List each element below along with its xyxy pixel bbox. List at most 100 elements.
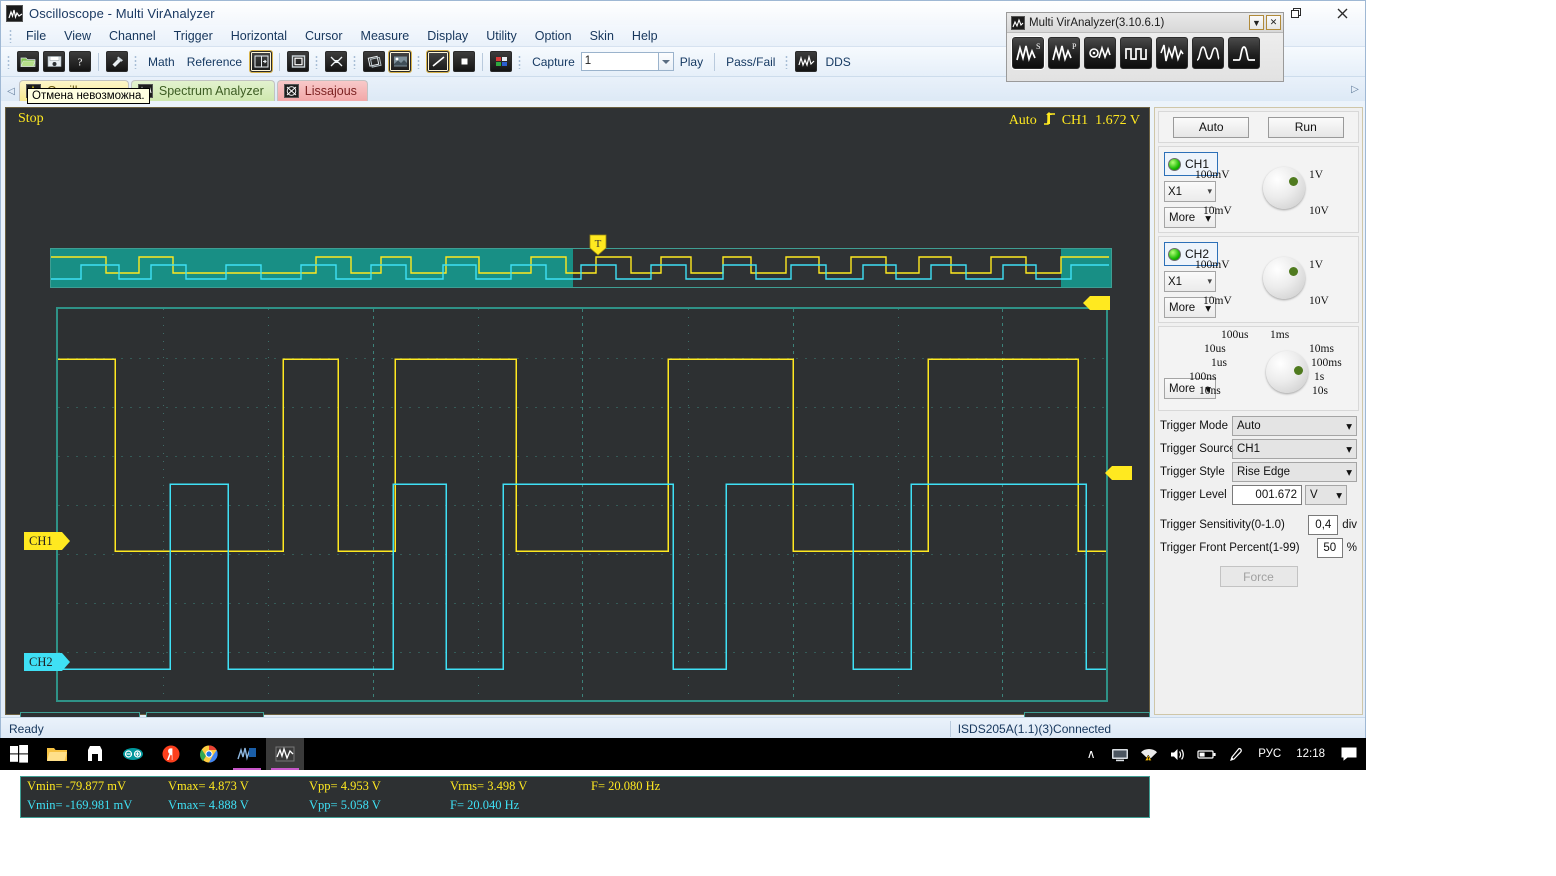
- file-explorer-icon[interactable]: [38, 738, 76, 770]
- math-button[interactable]: Math: [142, 55, 181, 69]
- display-icon[interactable]: [1107, 738, 1133, 770]
- scope-p-icon[interactable]: P: [1048, 37, 1080, 69]
- capture-input[interactable]: 1: [580, 52, 659, 71]
- google-chrome-icon[interactable]: [190, 738, 228, 770]
- battery-icon[interactable]: [1194, 738, 1220, 770]
- filter-curve-icon[interactable]: [1228, 37, 1260, 69]
- ch1-volts-knob[interactable]: [1263, 167, 1305, 209]
- hammer-tool-icon[interactable]: [106, 51, 128, 72]
- scope-display-area[interactable]: Stop Auto CH1 1.672 V T CH1 CH2 Vmin= -7…: [5, 107, 1150, 818]
- toolbar-grip-2[interactable]: [134, 54, 138, 69]
- tray-language[interactable]: РУС: [1252, 748, 1287, 760]
- play-button[interactable]: Play: [674, 55, 709, 69]
- signal-gen-icon[interactable]: [1084, 37, 1116, 69]
- menu-display[interactable]: Display: [418, 27, 477, 45]
- trigger-source-select[interactable]: CH1 ▾: [1232, 439, 1357, 459]
- dds-label[interactable]: DDS: [819, 55, 856, 69]
- toolbar-grip-5[interactable]: [417, 54, 422, 69]
- menu-measure[interactable]: Measure: [352, 27, 419, 45]
- dds-waveform-icon[interactable]: [795, 51, 818, 72]
- menu-grip[interactable]: [9, 28, 13, 43]
- dot-display-icon[interactable]: [453, 51, 476, 72]
- trigger-level-unit-select[interactable]: V ▾: [1305, 485, 1347, 505]
- ch1-probe-select[interactable]: X1 ▾: [1164, 181, 1216, 202]
- waveform-icon[interactable]: [1156, 37, 1188, 69]
- menu-skin[interactable]: Skin: [581, 27, 623, 45]
- toolbar-grip-3[interactable]: [315, 54, 320, 69]
- frame-icon[interactable]: [287, 51, 310, 72]
- trigger-level-input[interactable]: 001.672: [1232, 485, 1302, 505]
- split-screen-icon[interactable]: [249, 50, 274, 73]
- palette-close-button[interactable]: ✕: [1266, 15, 1281, 30]
- reference-button[interactable]: Reference: [181, 55, 248, 69]
- ch2-volts-knob[interactable]: [1263, 257, 1305, 299]
- close-button[interactable]: [1319, 1, 1365, 25]
- timebase-label-1ms: 1ms: [1270, 329, 1290, 341]
- trigger-style-select[interactable]: Rise Edge ▾: [1232, 462, 1357, 482]
- tab-lissajous[interactable]: Lissajous: [276, 80, 368, 101]
- menu-view[interactable]: View: [55, 27, 100, 45]
- menu-utility[interactable]: Utility: [477, 27, 526, 45]
- viranalyzer-palette[interactable]: Multi VirAnalyzer(3.10.6.1) ▼ ✕ S P: [1006, 12, 1284, 82]
- toolbar-grip-1[interactable]: [7, 54, 11, 69]
- wifi-warning-icon[interactable]: [1136, 738, 1162, 770]
- ch1-knob-label-10mv: 10mV: [1203, 205, 1232, 217]
- ch2-probe-select[interactable]: X1 ▾: [1164, 271, 1216, 292]
- trigger-level-marker-right[interactable]: [1105, 466, 1132, 480]
- menu-trigger[interactable]: Trigger: [165, 27, 222, 45]
- menu-help[interactable]: Help: [623, 27, 667, 45]
- toolbar-grip-6[interactable]: [518, 54, 523, 69]
- logic-pulse-icon[interactable]: [1120, 37, 1152, 69]
- screenshot-icon[interactable]: [388, 50, 413, 73]
- volume-icon[interactable]: [1165, 738, 1191, 770]
- spectrum-icon[interactable]: [1192, 37, 1224, 69]
- chevron-down-icon: ▾: [1346, 467, 1352, 479]
- save-disk-icon[interactable]: [43, 51, 65, 72]
- question-mark-icon[interactable]: ?: [69, 51, 91, 72]
- diagonal-line-icon[interactable]: [426, 50, 451, 73]
- layers-icon[interactable]: [363, 51, 386, 72]
- tab-scroll-left-icon[interactable]: ◁: [3, 81, 19, 101]
- menu-cursor[interactable]: Cursor: [296, 27, 352, 45]
- viranalyzer-taskbar-icon[interactable]: [228, 738, 266, 770]
- trigger-front-input[interactable]: 50: [1316, 538, 1343, 558]
- open-folder-icon[interactable]: [17, 51, 39, 72]
- capture-combo[interactable]: 1: [580, 52, 674, 71]
- pass-fail-button[interactable]: Pass/Fail: [720, 55, 781, 69]
- toolbar-grip-4[interactable]: [353, 54, 358, 69]
- pen-icon[interactable]: [1223, 738, 1249, 770]
- microsoft-store-icon[interactable]: [76, 738, 114, 770]
- ch2-ground-marker[interactable]: CH2: [24, 653, 70, 671]
- waveform-graph[interactable]: [56, 307, 1108, 702]
- compress-icon[interactable]: [325, 51, 348, 72]
- palette-minimize-button[interactable]: ▼: [1249, 15, 1264, 30]
- ch1-level-marker-right[interactable]: [1083, 296, 1110, 310]
- yandex-browser-icon[interactable]: [152, 738, 190, 770]
- run-button[interactable]: Run: [1267, 116, 1344, 138]
- oscilloscope-taskbar-icon[interactable]: [266, 738, 304, 770]
- menu-option[interactable]: Option: [526, 27, 581, 45]
- menu-channel[interactable]: Channel: [100, 27, 165, 45]
- color-palette-icon[interactable]: [490, 51, 513, 72]
- tab-spectrum-analyzer[interactable]: Spectrum Analyzer: [130, 80, 275, 101]
- scope-s-icon[interactable]: S: [1011, 36, 1045, 70]
- tab-scroll-right-icon[interactable]: ▷: [1347, 79, 1363, 99]
- trigger-mode-select[interactable]: Auto ▾: [1232, 416, 1357, 436]
- waveform-overview-strip[interactable]: [50, 248, 1112, 288]
- ch1-ground-marker[interactable]: CH1: [24, 532, 70, 550]
- chevron-down-icon[interactable]: [658, 52, 674, 71]
- action-center-icon[interactable]: [1334, 738, 1364, 770]
- trigger-sensitivity-input[interactable]: 0,4: [1308, 515, 1339, 535]
- trigger-position-marker[interactable]: T: [589, 234, 607, 256]
- toolbar-grip-7[interactable]: [785, 54, 790, 69]
- tray-chevron-icon[interactable]: ∧: [1078, 738, 1104, 770]
- force-trigger-button[interactable]: Force: [1219, 566, 1298, 587]
- ch2-vmax: Vmax= 4.888 V: [168, 798, 249, 812]
- menu-file[interactable]: File: [17, 27, 55, 45]
- arduino-icon[interactable]: [114, 738, 152, 770]
- auto-button[interactable]: Auto: [1173, 116, 1250, 138]
- timebase-knob[interactable]: [1266, 351, 1308, 393]
- menu-horizontal[interactable]: Horizontal: [222, 27, 296, 45]
- tray-clock[interactable]: 12:18: [1290, 748, 1331, 760]
- windows-start-icon[interactable]: [0, 738, 38, 770]
